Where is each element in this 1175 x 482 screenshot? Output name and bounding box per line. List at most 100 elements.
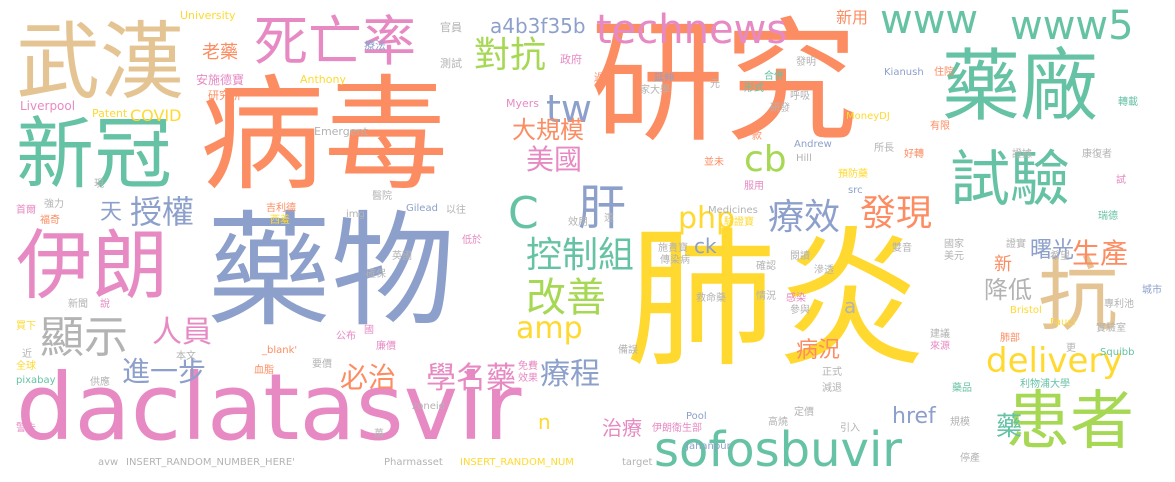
word: INSERT_RANDOM_NUM — [460, 457, 574, 468]
word: 利物浦大學 — [1020, 379, 1070, 390]
word: pixabay — [16, 375, 56, 386]
word: 醫院 — [372, 191, 392, 202]
word: 本文 — [176, 351, 196, 362]
word: 發現 — [860, 193, 933, 234]
word: 確認 — [756, 261, 776, 272]
word: 藥物 — [207, 200, 456, 344]
word: 吉利德 — [266, 203, 296, 214]
word: Hill — [796, 153, 812, 164]
word: Squibb — [1100, 347, 1135, 358]
word: 建議 — [930, 329, 950, 340]
word: 療法 — [364, 39, 386, 52]
word: 國家 — [944, 239, 964, 250]
word: 西羞 — [270, 215, 290, 226]
word: 形式 — [744, 83, 764, 94]
word: 測試 — [440, 57, 462, 70]
word: 患者 — [1006, 385, 1134, 459]
word: MoneyDJ — [846, 111, 890, 122]
word: Jahanpur — [686, 441, 731, 452]
word: 規模 — [950, 417, 970, 428]
word: INSERT_RANDOM_NUMBER_HERE' — [126, 457, 295, 468]
word: 驗證寶 — [724, 217, 754, 228]
word: Andrew — [794, 139, 832, 150]
word: amp — [516, 311, 583, 346]
word: C — [508, 188, 539, 239]
word: 必治 — [340, 361, 397, 394]
word: 停產 — [960, 453, 980, 464]
word: 買下 — [16, 321, 36, 332]
word-cloud: 病毒 研究 藥物 肺炎 daclatasvir 武漢 藥廠 新冠 伊朗 死亡率 … — [0, 0, 1175, 482]
word: 證實 — [1006, 239, 1026, 250]
word: Myers — [506, 97, 540, 110]
word: Pool — [686, 411, 707, 422]
word: 要價 — [312, 359, 332, 370]
word: Liverpool — [20, 99, 76, 113]
word: 福奇 — [40, 215, 60, 226]
word: 對抗 — [474, 35, 547, 76]
word: 進一步 — [122, 355, 207, 388]
word: zoneid — [412, 401, 445, 412]
word: 合併 — [764, 71, 784, 82]
word: _blank' — [262, 345, 298, 356]
word: COVID — [130, 106, 182, 125]
word: 新用 — [836, 8, 869, 27]
word: 並未 — [704, 157, 724, 168]
word: 延伸 — [654, 73, 674, 84]
word: 死亡率 — [254, 10, 416, 73]
word: 藥 — [996, 412, 1023, 442]
word: 家大學 — [640, 85, 670, 96]
word: 病況 — [796, 338, 841, 363]
word: 閱讀 — [790, 251, 810, 262]
word: 瑞德 — [1098, 211, 1118, 222]
word: 美元 — [944, 251, 964, 262]
word: 定價 — [794, 407, 814, 418]
word: University — [180, 9, 236, 22]
word: 伊朗 — [16, 221, 168, 310]
word: 人員 — [152, 315, 212, 350]
word: 藥品 — [952, 383, 972, 394]
word: img — [346, 209, 365, 220]
word: 備誤 — [618, 345, 638, 356]
word: 研究所 — [208, 89, 241, 102]
word: 武漢 — [16, 13, 185, 111]
word: 高燒 — [768, 417, 788, 428]
word: 希望 — [1050, 251, 1070, 262]
word: 近 — [22, 349, 32, 360]
word: Medicines — [708, 205, 758, 216]
word: 首爾 — [16, 205, 36, 216]
word: a — [844, 294, 857, 318]
word: 免費 — [518, 361, 538, 372]
word: 生產 — [1072, 237, 1129, 270]
word: 控制組 — [526, 235, 635, 276]
word: 治療 — [602, 416, 642, 440]
word: Emergent — [314, 125, 368, 138]
word: 住院 — [934, 67, 954, 78]
word: 救命藥 — [696, 293, 726, 304]
word: www5 — [1010, 3, 1134, 49]
word: www — [880, 0, 979, 43]
word: 國 — [364, 325, 374, 336]
word: technews — [596, 7, 788, 53]
word: 過敏 — [594, 73, 614, 84]
word: 減退 — [822, 383, 842, 394]
word: Patent — [92, 107, 128, 120]
word: 好轉 — [904, 149, 924, 160]
word: 萬 — [374, 429, 384, 440]
word: 試驗 — [950, 145, 1070, 215]
word: 以往 — [446, 205, 466, 216]
word: 確保 — [366, 269, 386, 280]
word: 滲透 — [814, 265, 834, 276]
word: 供應 — [90, 377, 110, 388]
word: 轉載 — [1118, 97, 1138, 108]
word: 英國 — [392, 251, 412, 262]
word: 政府 — [560, 53, 582, 66]
word: 研發 — [770, 103, 790, 114]
word: 新聞 — [68, 299, 88, 310]
word: 元 — [710, 79, 720, 90]
word: Gilead — [406, 203, 438, 214]
word: Pharmasset — [384, 457, 443, 468]
word: Bristol — [1010, 305, 1042, 316]
word: 康復者 — [1082, 149, 1112, 160]
word: 款 — [752, 131, 762, 142]
word: 雙音 — [892, 243, 912, 254]
